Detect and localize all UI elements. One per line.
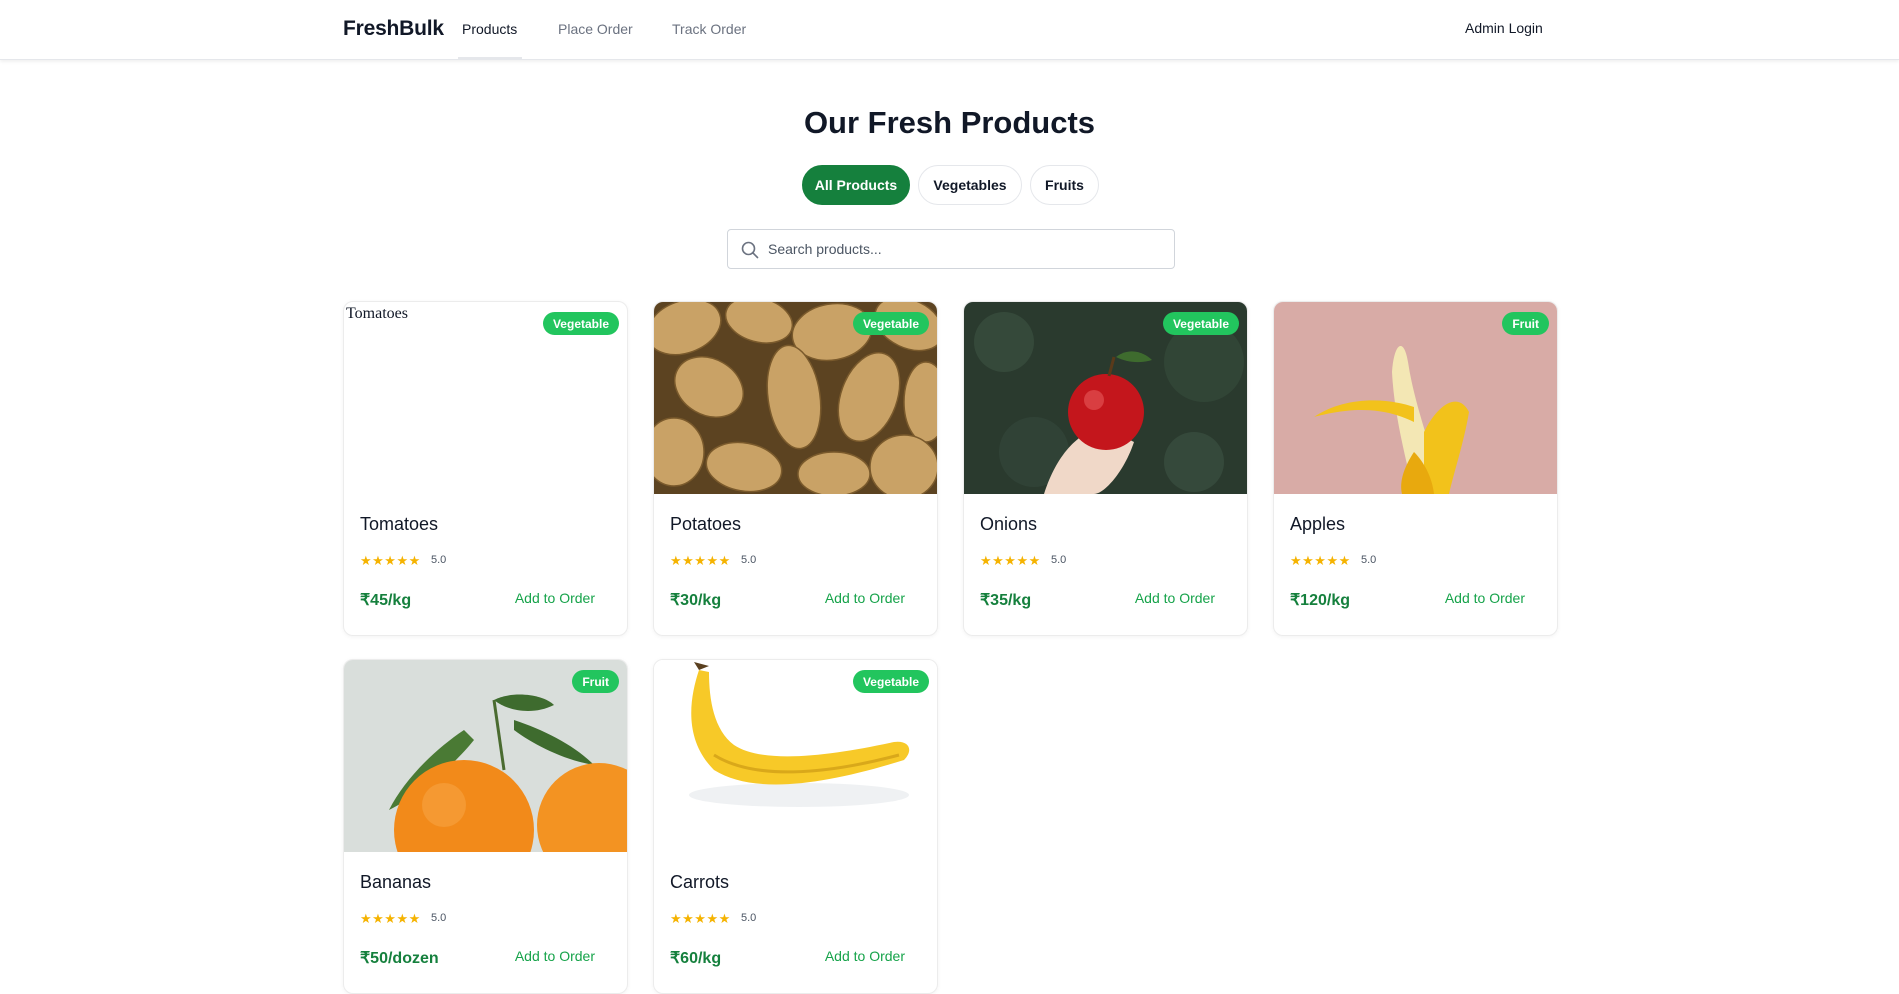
add-to-order-button[interactable]: Add to Order (825, 590, 905, 606)
product-name: Tomatoes (360, 514, 439, 534)
add-to-order-button[interactable]: Add to Order (1445, 590, 1525, 606)
category-badge: Fruit (572, 670, 619, 693)
rating-value: 5.0 (431, 912, 447, 924)
product-name: Apples (1290, 514, 1346, 534)
brand-logo[interactable]: FreshBulk (343, 17, 444, 41)
rating-value: 5.0 (741, 554, 757, 566)
add-to-order-button[interactable]: Add to Order (1135, 590, 1215, 606)
product-card-tomatoes: Tomatoes Vegetable Tomatoes ★★★★★ 5.0 ₹4… (343, 301, 628, 636)
product-card-bananas: Fruit Bananas ★★★★★ 5.0 ₹50/dozen Add to… (343, 659, 628, 994)
active-nav-indicator (458, 57, 522, 60)
filter-fruits[interactable]: Fruits (1030, 165, 1099, 205)
star-rating-icon: ★★★★★ (670, 911, 731, 926)
product-name: Onions (980, 514, 1038, 534)
product-price: ₹60/kg (670, 950, 722, 967)
filter-all-products[interactable]: All Products (802, 165, 910, 205)
category-badge: Vegetable (1162, 312, 1239, 335)
nav-place-order[interactable]: Place Order (558, 21, 633, 37)
rating-value: 5.0 (741, 912, 757, 924)
nav-products[interactable]: Products (462, 21, 517, 37)
page-title: Our Fresh Products (803, 105, 1096, 140)
add-to-order-button[interactable]: Add to Order (515, 948, 595, 964)
rating-value: 5.0 (1361, 554, 1377, 566)
product-price: ₹30/kg (670, 592, 722, 609)
search-icon (741, 241, 759, 259)
product-name: Carrots (670, 872, 730, 892)
admin-login-link[interactable]: Admin Login (1465, 20, 1543, 36)
star-rating-icon: ★★★★★ (1290, 553, 1351, 568)
search-input[interactable] (768, 230, 1168, 268)
product-name: Potatoes (670, 514, 742, 534)
category-badge: Vegetable (852, 670, 929, 693)
category-badge: Vegetable (542, 312, 619, 335)
product-card-potatoes: Vegetable Potatoes ★★★★★ 5.0 ₹30/kg Add … (653, 301, 938, 636)
filter-vegetables[interactable]: Vegetables (918, 165, 1022, 205)
star-rating-icon: ★★★★★ (360, 553, 421, 568)
category-badge: Vegetable (852, 312, 929, 335)
star-rating-icon: ★★★★★ (980, 553, 1041, 568)
product-price: ₹35/kg (980, 592, 1032, 609)
product-card-carrots: Vegetable Carrots ★★★★★ 5.0 ₹60/kg Add t… (653, 659, 938, 994)
product-card-onions: Vegetable Onions ★★★★★ 5.0 ₹35/kg Add to… (963, 301, 1248, 636)
add-to-order-button[interactable]: Add to Order (825, 948, 905, 964)
product-price: ₹120/kg (1290, 592, 1350, 609)
star-rating-icon: ★★★★★ (360, 911, 421, 926)
image-alt-text: Tomatoes (346, 305, 408, 322)
product-price: ₹45/kg (360, 592, 412, 609)
product-name: Bananas (360, 872, 432, 892)
product-price: ₹50/dozen (360, 950, 439, 967)
nav-track-order[interactable]: Track Order (672, 21, 746, 37)
rating-value: 5.0 (431, 554, 447, 566)
product-card-apples: Fruit Apples ★★★★★ 5.0 ₹120/kg Add to Or… (1273, 301, 1558, 636)
add-to-order-button[interactable]: Add to Order (515, 590, 595, 606)
top-navbar: FreshBulk Products Place Order Track Ord… (0, 0, 1899, 60)
rating-value: 5.0 (1051, 554, 1067, 566)
category-badge: Fruit (1502, 312, 1549, 335)
search-box (727, 229, 1175, 269)
star-rating-icon: ★★★★★ (670, 553, 731, 568)
